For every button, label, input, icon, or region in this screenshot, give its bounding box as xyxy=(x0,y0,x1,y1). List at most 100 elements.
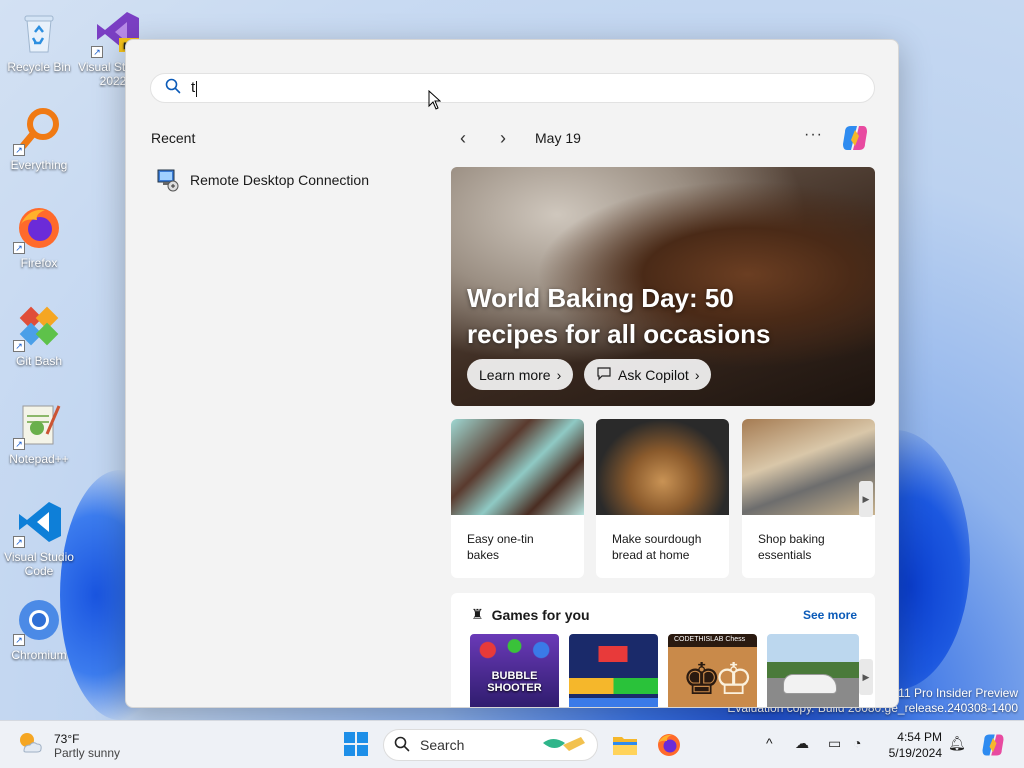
triangle-right-icon: ▶ xyxy=(862,493,870,504)
desktop-icon-git-bash[interactable]: ↗ Git Bash xyxy=(0,302,78,368)
file-explorer-icon[interactable] xyxy=(611,731,639,759)
game-tile-blocks[interactable] xyxy=(569,634,658,707)
weather-condition: Partly sunny xyxy=(54,745,121,760)
hero-card[interactable]: World Baking Day: 50 recipes for all occ… xyxy=(451,167,875,406)
desktop-icon-vscode[interactable]: ↗ Visual Studio Code xyxy=(0,498,78,578)
games-section: ♜ Games for you See more BUBBLE SHOOTER … xyxy=(451,593,875,707)
shortcut-arrow-icon: ↗ xyxy=(13,144,25,156)
weather-temperature: 73°F xyxy=(54,731,80,746)
notepad-plus-plus-icon: ↗ xyxy=(13,400,63,450)
remote-desktop-icon xyxy=(156,168,180,192)
recent-item-remote-desktop[interactable]: Remote Desktop Connection xyxy=(156,164,416,196)
search-query-text: t xyxy=(191,79,196,97)
shortcut-arrow-icon: ↗ xyxy=(13,634,25,646)
recent-heading: Recent xyxy=(151,130,196,146)
desktop-icon-label: Visual Studio Code xyxy=(4,550,74,578)
game-tile-car-racing[interactable] xyxy=(767,634,859,707)
game-publisher-text: CODETHISLAB Chess xyxy=(674,636,746,643)
desktop-icon-label: Chromium xyxy=(11,648,67,662)
ask-copilot-button[interactable]: Ask Copilot › xyxy=(584,359,712,390)
desktop-icon-recycle-bin[interactable]: Recycle Bin xyxy=(0,8,78,74)
copilot-icon[interactable] xyxy=(839,122,871,154)
firefox-icon: ↗ xyxy=(13,204,63,254)
desktop-icon-firefox[interactable]: ↗ Firefox xyxy=(0,204,78,270)
desktop-icon-label: Notepad++ xyxy=(9,452,69,466)
feed-card-one-tin-bakes[interactable]: Easy one-tin bakes xyxy=(451,419,584,578)
desktop-icon-everything[interactable]: ↗ Everything xyxy=(0,106,78,172)
git-bash-icon: ↗ xyxy=(13,302,63,352)
taskbar-search-box[interactable]: Search xyxy=(383,729,598,761)
game-title-text: BUBBLE SHOOTER xyxy=(487,670,542,694)
feed-card-sourdough[interactable]: Make sourdough bread at home xyxy=(596,419,729,578)
taskbar-search-label: Search xyxy=(420,737,465,753)
learn-more-button[interactable]: Learn more › xyxy=(467,359,574,390)
recent-item-label: Remote Desktop Connection xyxy=(190,172,369,188)
feed-card-baking-essentials[interactable]: Shop baking essentials xyxy=(742,419,875,578)
copilot-taskbar-icon[interactable] xyxy=(979,731,1007,759)
partly-sunny-icon xyxy=(16,729,44,762)
shortcut-arrow-icon: ↗ xyxy=(13,242,25,254)
chevron-right-icon: › xyxy=(500,127,506,148)
learn-more-label: Learn more xyxy=(479,366,551,383)
more-options-button[interactable]: ··· xyxy=(804,126,823,144)
desktop-icon-chromium[interactable]: ↗ Chromium xyxy=(0,596,78,662)
show-hidden-icons-chevron-icon[interactable]: ^ xyxy=(766,735,773,751)
cards-scroll-right-button[interactable]: ▶ xyxy=(859,481,873,517)
search-query[interactable]: t xyxy=(191,79,198,97)
chess-king-icon: ♔ xyxy=(714,655,754,704)
card-caption: Easy one-tin bakes xyxy=(467,532,534,562)
shortcut-arrow-icon: ↗ xyxy=(91,46,103,58)
game-tile-chess[interactable]: CODETHISLAB Chess ♚ ♔ xyxy=(668,634,757,707)
see-more-link[interactable]: See more xyxy=(803,608,857,622)
chevron-left-icon: ‹ xyxy=(460,127,466,148)
next-day-button[interactable]: › xyxy=(491,126,515,150)
vscode-icon: ↗ xyxy=(13,498,63,548)
feed-date: May 19 xyxy=(535,130,581,146)
desktop-icon-label: Firefox xyxy=(20,256,58,270)
display-icon[interactable]: ▭ xyxy=(828,735,841,752)
search-icon xyxy=(394,736,410,755)
card-caption: Make sourdough bread at home xyxy=(612,532,702,562)
chevron-right-icon: › xyxy=(694,366,700,383)
feed-navigation: ‹ › May 19 ··· xyxy=(451,126,875,150)
desktop-icon-label: Recycle Bin xyxy=(7,60,71,74)
shortcut-arrow-icon: ↗ xyxy=(13,438,25,450)
games-scroll-right-button[interactable]: ▶ xyxy=(859,659,873,695)
firefox-taskbar-icon[interactable] xyxy=(655,731,683,759)
games-heading: ♜ Games for you xyxy=(471,606,590,623)
magnifier-icon: ↗ xyxy=(13,106,63,156)
search-icon xyxy=(165,78,181,99)
start-menu: t Recent Remote Desktop Connection ‹ › M… xyxy=(125,39,899,708)
onedrive-offline-icon[interactable]: ☁ xyxy=(795,735,809,752)
game-tile-bubble-shooter[interactable]: BUBBLE SHOOTER xyxy=(470,634,559,707)
ask-copilot-label: Ask Copilot xyxy=(618,366,689,383)
hero-title: World Baking Day: 50 recipes for all occ… xyxy=(467,283,771,349)
triangle-right-icon: ▶ xyxy=(862,671,870,682)
clock[interactable]: 4:54 PM 5/19/2024 xyxy=(889,729,942,761)
games-title: Games for you xyxy=(491,606,590,623)
search-highlight-icon xyxy=(541,733,587,758)
chevron-right-icon: › xyxy=(556,366,562,383)
recycle-bin-icon xyxy=(15,8,63,56)
prev-day-button[interactable]: ‹ xyxy=(451,126,475,150)
shortcut-arrow-icon: ↗ xyxy=(13,340,25,352)
clock-time: 4:54 PM xyxy=(897,730,942,744)
sourdough-image xyxy=(596,419,729,515)
weather-widget[interactable]: 73°F Partly sunny xyxy=(16,729,120,762)
notification-bell-icon[interactable]: 🔔︎ xyxy=(948,735,966,752)
windows-start-icon[interactable] xyxy=(343,731,371,759)
clock-date: 5/19/2024 xyxy=(888,746,942,760)
desktop-icon-label: Everything xyxy=(10,158,68,172)
brownies-image xyxy=(451,419,584,515)
taskbar: 73°F Partly sunny Search ^ ☁ ▭ ◔ 4:54 PM… xyxy=(0,720,1024,768)
desktop-icon-notepad-plus-plus[interactable]: ↗ Notepad++ xyxy=(0,400,78,466)
text-caret xyxy=(196,80,198,97)
start-search-box[interactable]: t xyxy=(150,73,875,103)
card-caption: Shop baking essentials xyxy=(758,532,825,562)
chat-bubble-icon xyxy=(596,365,612,384)
network-volume-icon[interactable]: ◔ xyxy=(853,735,861,751)
shortcut-arrow-icon: ↗ xyxy=(13,536,25,548)
chromium-icon: ↗ xyxy=(13,596,63,646)
chess-piece-icon: ♜ xyxy=(471,606,484,622)
baking-tools-image xyxy=(742,419,875,515)
